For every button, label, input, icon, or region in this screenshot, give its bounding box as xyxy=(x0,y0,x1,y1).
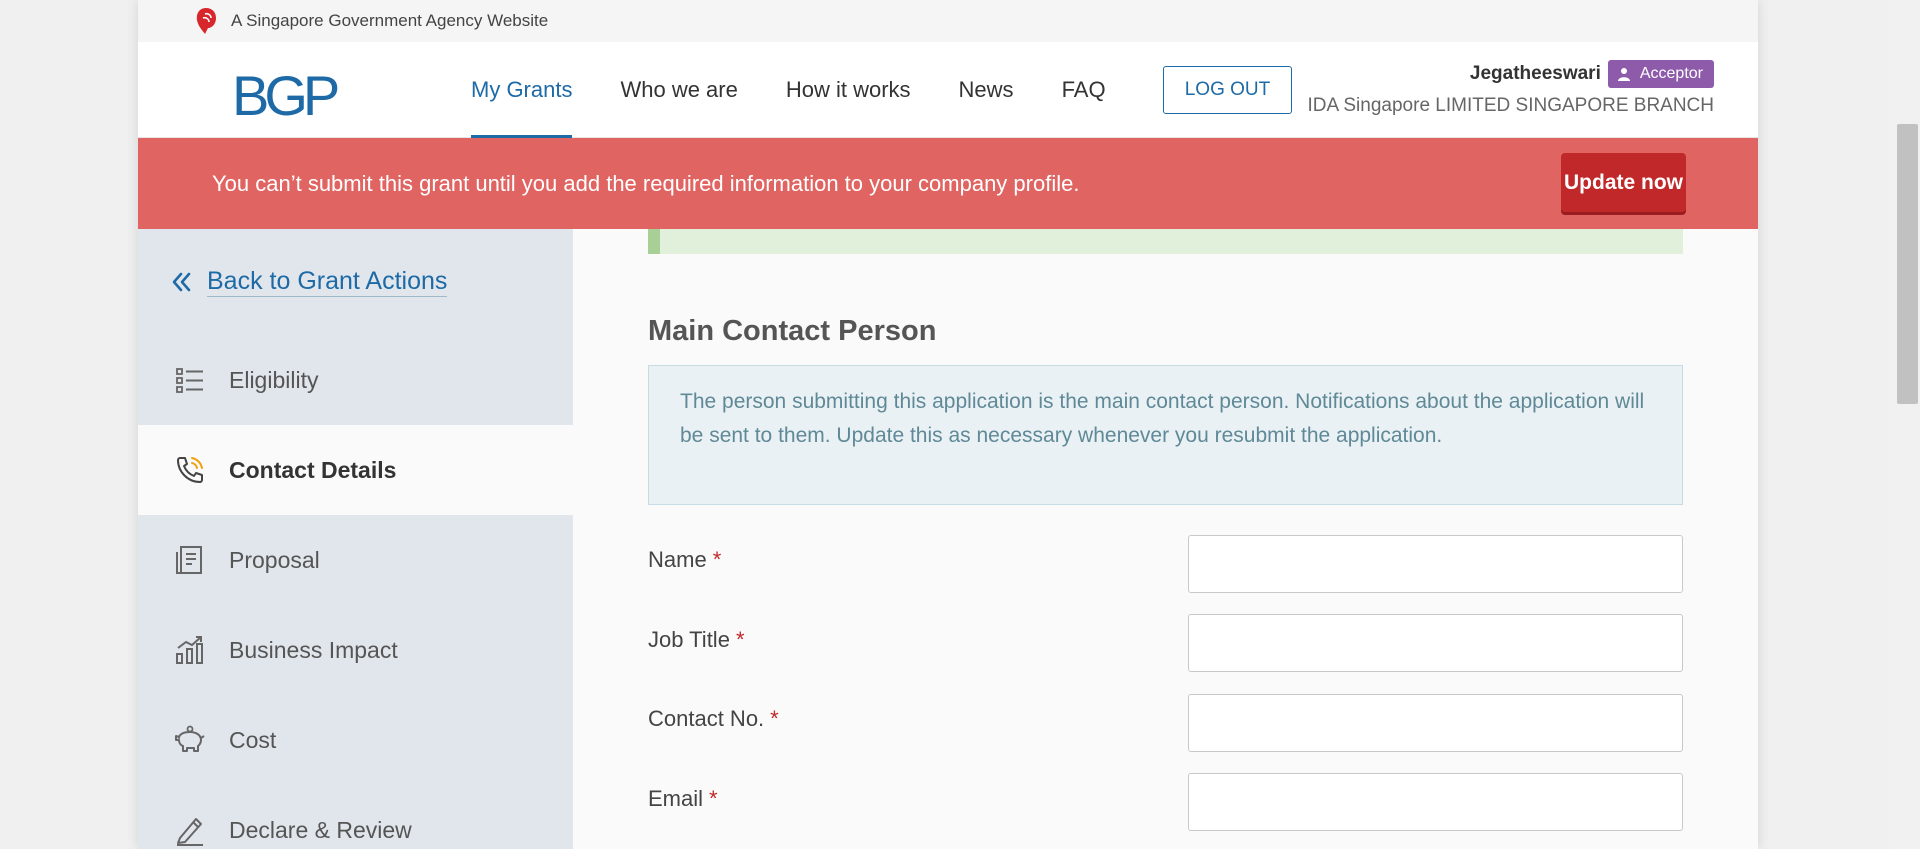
field-label-text: Job Title xyxy=(648,627,730,652)
role-badge: Acceptor xyxy=(1607,60,1714,88)
job-title-field[interactable] xyxy=(1188,614,1683,672)
sidebar-item-label: Declare & Review xyxy=(229,816,412,843)
alert-message: You can’t submit this grant until you ad… xyxy=(212,170,1080,196)
info-box: The person submitting this application i… xyxy=(648,365,1683,505)
section-title: Main Contact Person xyxy=(648,315,937,347)
user-name: Jegatheeswari xyxy=(1469,63,1601,84)
profile-alert-banner: You can’t submit this grant until you ad… xyxy=(138,138,1758,229)
bgp-logo[interactable]: BGP xyxy=(232,68,340,124)
nav-my-grants[interactable]: My Grants xyxy=(471,42,573,138)
scrollbar-thumb[interactable] xyxy=(1897,124,1918,404)
sidebar-item-label: Business Impact xyxy=(229,636,398,663)
site-header: BGP My Grants Who we are How it works Ne… xyxy=(138,42,1758,138)
update-now-button[interactable]: Update now xyxy=(1561,153,1686,212)
success-notice-strip xyxy=(648,229,1683,254)
chart-icon xyxy=(176,636,203,664)
field-label-text: Name xyxy=(648,547,707,572)
sidebar-item-eligibility[interactable]: Eligibility xyxy=(138,335,573,425)
role-label: Acceptor xyxy=(1639,65,1703,82)
required-marker: * xyxy=(709,786,718,811)
email-label: Email * xyxy=(648,786,718,812)
nav-news[interactable]: News xyxy=(959,42,1014,138)
organization-name: IDA Singapore LIMITED SINGAPORE BRANCH xyxy=(1307,95,1714,116)
gov-masthead-text: A Singapore Government Agency Website xyxy=(231,11,549,30)
name-field[interactable] xyxy=(1188,535,1683,593)
grant-sidebar: Back to Grant Actions Eligibility Contac… xyxy=(138,229,573,849)
sidebar-item-label: Cost xyxy=(229,726,277,753)
piggy-bank-icon xyxy=(175,725,205,752)
phone-icon xyxy=(177,457,203,483)
required-marker: * xyxy=(712,547,722,572)
contact-no-field[interactable] xyxy=(1188,694,1683,752)
field-label-text: Email xyxy=(648,786,704,811)
person-icon xyxy=(1617,68,1630,81)
document-icon xyxy=(176,546,202,574)
lion-head-icon xyxy=(196,8,216,34)
name-label: Name * xyxy=(648,547,721,573)
back-link-label: Back to Grant Actions xyxy=(207,267,448,297)
scrollbar[interactable] xyxy=(1895,0,1920,849)
sidebar-item-declare-review[interactable]: Declare & Review xyxy=(138,785,573,849)
gov-masthead: A Singapore Government Agency Website xyxy=(138,0,1758,42)
sidebar-item-label: Eligibility xyxy=(229,366,319,393)
back-to-grant-actions-link[interactable]: Back to Grant Actions xyxy=(170,267,448,297)
job-title-label: Job Title * xyxy=(648,627,745,653)
required-marker: * xyxy=(770,706,779,731)
field-label-text: Contact No. xyxy=(648,706,765,731)
sidebar-item-label: Contact Details xyxy=(229,456,397,483)
email-field[interactable] xyxy=(1188,773,1683,831)
user-info: Jegatheeswari Acceptor IDA Singapore LIM… xyxy=(1307,60,1714,117)
sidebar-item-label: Proposal xyxy=(229,546,320,573)
double-chevron-left-icon xyxy=(172,272,191,292)
sidebar-item-proposal[interactable]: Proposal xyxy=(138,515,573,605)
sidebar-item-business-impact[interactable]: Business Impact xyxy=(138,605,573,695)
nav-faq[interactable]: FAQ xyxy=(1062,42,1106,138)
pen-icon xyxy=(177,818,203,846)
nav-how-it-works[interactable]: How it works xyxy=(786,42,911,138)
page: A Singapore Government Agency Website BG… xyxy=(138,0,1758,849)
main-nav: My Grants Who we are How it works News F… xyxy=(471,42,1154,138)
list-icon xyxy=(176,368,203,393)
nav-who-we-are[interactable]: Who we are xyxy=(620,42,737,138)
sidebar-item-cost[interactable]: Cost xyxy=(138,695,573,785)
required-marker: * xyxy=(735,627,745,652)
logout-button[interactable]: LOG OUT xyxy=(1163,66,1292,114)
sidebar-item-contact-details[interactable]: Contact Details xyxy=(138,425,573,515)
contact-no-label: Contact No. * xyxy=(648,706,779,732)
